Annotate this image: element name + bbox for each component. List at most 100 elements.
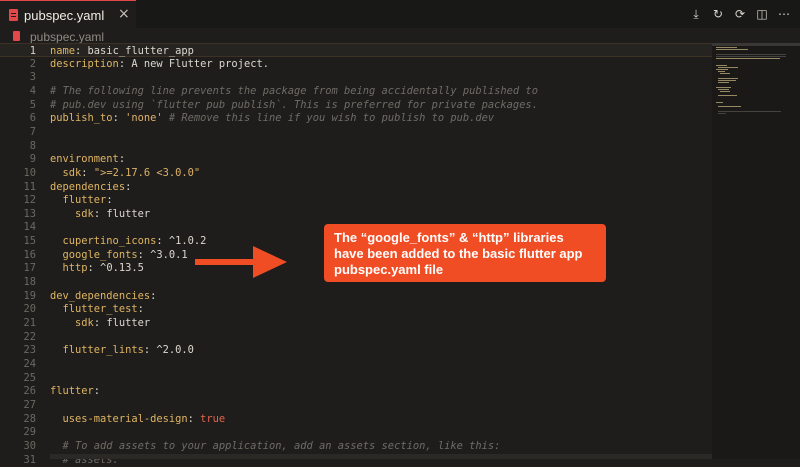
line-number: 12	[23, 194, 36, 207]
code-line[interactable]: 7	[0, 125, 712, 139]
code-line[interactable]: 4 # The following line prevents the packa…	[0, 84, 712, 98]
minimap-line	[716, 69, 728, 70]
line-number: 14	[23, 221, 36, 234]
code-line[interactable]: 12 flutter:	[0, 193, 712, 207]
minimap-slider[interactable]	[712, 43, 800, 46]
line-content: flutter:	[62, 194, 113, 207]
minimap-line	[717, 88, 730, 90]
minimap-line	[717, 80, 736, 81]
code-line[interactable]: 19 dev_dependencies:	[0, 289, 712, 303]
code-line[interactable]: 22	[0, 330, 712, 344]
code-line[interactable]: 27	[0, 398, 712, 412]
code-line[interactable]: 9 environment:	[0, 152, 712, 166]
tab-bar: pubspec.yaml × ⤓ ↻ ⟳ ◫ ⋯	[0, 0, 800, 29]
download-icon[interactable]: ⤓	[688, 6, 704, 22]
line-number: 23	[23, 344, 36, 357]
sync-icon[interactable]: ↻	[710, 6, 726, 22]
minimap-line	[716, 53, 787, 55]
line-number: 18	[23, 276, 36, 289]
minimap-line	[716, 47, 737, 48]
line-content: dependencies:	[50, 180, 132, 193]
line-number: 7	[29, 125, 36, 138]
line-number: 19	[23, 289, 36, 302]
code-line[interactable]: 3	[0, 70, 712, 84]
code-line[interactable]: 20 flutter_test:	[0, 302, 712, 316]
line-number: 27	[23, 398, 36, 411]
code-line[interactable]: 2 description: A new Flutter project.	[0, 57, 712, 71]
minimap-line	[716, 102, 724, 103]
minimap-line	[716, 55, 787, 57]
code-line[interactable]: 26 flutter:	[0, 384, 712, 398]
code-line[interactable]: 28 uses-material-design: true	[0, 412, 712, 426]
code-line[interactable]: 30 # To add assets to your application, …	[0, 439, 712, 453]
more-icon[interactable]: ⋯	[776, 6, 792, 22]
line-number: 9	[29, 153, 36, 166]
line-number: 22	[23, 330, 36, 343]
line-number: 28	[23, 412, 36, 425]
minimap-line	[716, 49, 748, 51]
minimap-line	[717, 77, 739, 79]
code-line[interactable]: 13 sdk: flutter	[0, 207, 712, 221]
line-content: cupertino_icons: ^1.0.2	[62, 235, 207, 248]
line-content: sdk: ">=2.17.6 <3.0.0"	[62, 166, 201, 179]
line-content: flutter:	[50, 385, 101, 398]
line-number: 3	[29, 71, 36, 84]
line-number: 2	[29, 57, 36, 70]
line-content: description: A new Flutter project.	[50, 57, 269, 70]
line-number: 15	[23, 235, 36, 248]
line-number: 17	[23, 262, 36, 275]
line-content: http: ^0.13.5	[62, 262, 144, 275]
code-line[interactable]: 21 sdk: flutter	[0, 316, 712, 330]
code-line[interactable]: 23 flutter_lints: ^2.0.0	[0, 343, 712, 357]
line-number: 10	[23, 166, 36, 179]
line-number: 16	[23, 248, 36, 261]
code-line[interactable]: 5 # pub.dev using `flutter pub publish`. …	[0, 98, 712, 112]
tab-pubspec[interactable]: pubspec.yaml ×	[0, 0, 136, 28]
minimap-line	[716, 64, 727, 66]
breadcrumb-item-pubspec[interactable]: pubspec.yaml	[30, 30, 104, 44]
minimap-line	[717, 113, 726, 114]
line-content: publish_to: 'none' # Remove this line if…	[50, 112, 495, 125]
horizontal-scrollbar[interactable]	[50, 454, 712, 459]
line-content: dev_dependencies:	[50, 289, 157, 302]
split-editor-icon[interactable]: ◫	[754, 6, 770, 22]
code-line[interactable]: 6 publish_to: 'none' # Remove this line i…	[0, 111, 712, 125]
line-content: environment:	[50, 153, 126, 166]
line-content: flutter_lints: ^2.0.0	[62, 344, 194, 357]
line-number: 31	[23, 453, 36, 466]
line-number: 6	[29, 112, 36, 125]
minimap[interactable]	[712, 43, 800, 459]
code-line[interactable]: 1 name: basic_flutter_app	[0, 43, 712, 57]
line-number: 5	[29, 98, 36, 111]
code-line[interactable]: 8	[0, 139, 712, 153]
line-content: google_fonts: ^3.0.1	[62, 248, 188, 261]
editor-actions: ⤓ ↻ ⟳ ◫ ⋯	[688, 6, 792, 22]
minimap-line	[717, 106, 742, 108]
line-content: sdk: flutter	[75, 207, 151, 220]
arrow-annotation	[195, 246, 287, 278]
line-number: 26	[23, 385, 36, 398]
restart-icon[interactable]: ⟳	[732, 6, 748, 22]
code-line[interactable]: 11 dependencies:	[0, 180, 712, 194]
code-line[interactable]: 24	[0, 357, 712, 371]
code-line[interactable]: 10 sdk: ">=2.17.6 <3.0.0"	[0, 166, 712, 180]
yaml-file-icon	[9, 9, 18, 21]
code-line[interactable]: 29	[0, 425, 712, 439]
line-number: 11	[23, 180, 36, 193]
line-number: 25	[23, 371, 36, 384]
line-number: 24	[23, 357, 36, 370]
line-content: # The following line prevents the packag…	[50, 84, 538, 97]
minimap-line	[716, 86, 732, 88]
line-number: 13	[23, 207, 36, 220]
line-content: # pub.dev using `flutter pub publish`. T…	[50, 98, 538, 111]
minimap-line	[717, 110, 781, 112]
line-number: 29	[23, 426, 36, 439]
line-number: 20	[23, 303, 36, 316]
line-content: flutter_test:	[62, 303, 144, 316]
minimap-line	[719, 73, 731, 75]
close-tab-icon[interactable]: ×	[118, 6, 130, 22]
line-content: uses-material-design: true	[62, 412, 226, 425]
minimap-line	[717, 71, 725, 73]
line-number: 8	[29, 139, 36, 152]
code-line[interactable]: 25	[0, 371, 712, 385]
